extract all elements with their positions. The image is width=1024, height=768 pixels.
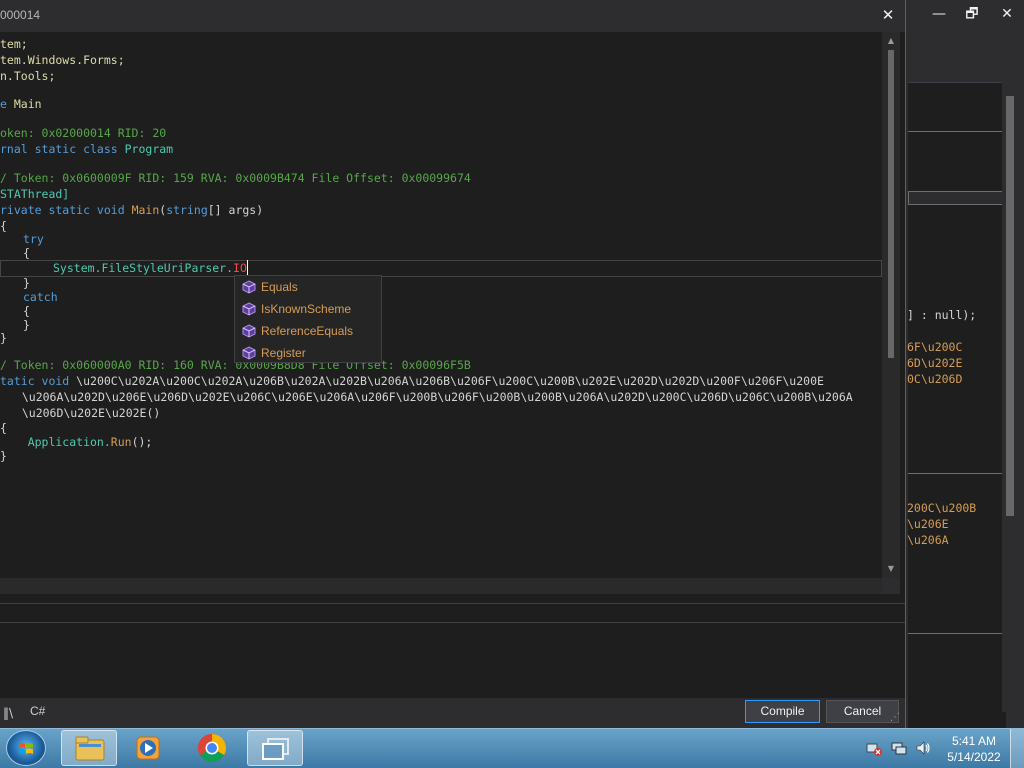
taskbar-chrome[interactable] — [184, 730, 240, 766]
editor-vertical-scrollbar[interactable]: ▲ ▼ — [882, 32, 900, 578]
bg-code-fragment: ] : null); — [907, 308, 977, 322]
autocomplete-label: ReferenceEquals — [261, 324, 354, 338]
bg-code-fragment: 0C\u206D — [907, 372, 963, 386]
code-line: \u206D\u202E\u202E() — [8, 406, 161, 420]
background-scrollbar[interactable] — [1002, 82, 1018, 712]
bg-code-fragment: 6F\u200C — [907, 340, 963, 354]
divider — [908, 131, 1006, 132]
code-editor[interactable]: tem; tem.Windows.Forms; n.Tools; e Main … — [0, 32, 882, 578]
divider — [0, 603, 905, 604]
divider — [908, 633, 1006, 634]
scroll-thumb[interactable] — [888, 50, 894, 358]
background-panel — [908, 82, 1006, 728]
edit-code-dialog: 000014 ✕ tem; tem.Windows.Forms; n.Tools… — [0, 0, 905, 728]
autocomplete-label: Equals — [261, 280, 298, 294]
dialog-title: 000014 — [0, 8, 41, 22]
code-line: } — [0, 449, 7, 463]
compile-button[interactable]: Compile — [745, 700, 820, 723]
code-line: { — [0, 219, 7, 233]
close-icon[interactable]: ✕ — [876, 4, 900, 26]
code-line: rnal static class Program — [0, 142, 174, 156]
media-player-icon — [136, 736, 160, 760]
code-line: e Main — [0, 97, 42, 111]
restore-button[interactable]: 🗗 — [962, 4, 982, 24]
monitor-icon[interactable] — [891, 740, 907, 758]
autocomplete-popup: Equals IsKnownScheme ReferenceEquals Reg… — [234, 275, 382, 363]
code-line: n.Tools; — [0, 69, 56, 83]
code-line: System.FileStyleUriParser.IO — [53, 261, 247, 275]
code-line: STAThread] — [0, 187, 70, 201]
close-window-button[interactable]: ✕ — [997, 4, 1017, 24]
taskbar-explorer[interactable] — [61, 730, 117, 766]
library-icon[interactable]: ‖\ — [3, 706, 13, 720]
method-icon — [242, 302, 256, 316]
windows-logo-icon — [19, 743, 33, 754]
autocomplete-item[interactable]: Register — [235, 342, 381, 364]
divider — [908, 191, 1006, 205]
cancel-button[interactable]: Cancel — [826, 700, 899, 723]
code-line: tatic void \u200C\u202A\u200C\u202A\u206… — [0, 374, 824, 388]
scroll-down-icon[interactable]: ▼ — [886, 564, 896, 574]
editor-horizontal-scrollbar[interactable] — [0, 578, 900, 594]
code-line: rivate static void Main(string[] args) — [0, 203, 264, 217]
bg-code-fragment: \u206E — [907, 517, 949, 531]
text-caret — [247, 260, 248, 275]
dialog-titlebar: 000014 ✕ — [0, 0, 905, 32]
method-icon — [242, 324, 256, 338]
volume-icon[interactable] — [915, 740, 931, 758]
method-icon — [242, 280, 256, 294]
background-titlebar: — 🗗 ✕ — [906, 0, 1024, 30]
resize-grip-icon[interactable]: ⋰ — [890, 712, 902, 724]
clock-date: 5/14/2022 — [947, 750, 1001, 764]
bg-code-fragment: 200C\u200B — [907, 501, 977, 515]
autocomplete-label: IsKnownScheme — [261, 302, 352, 316]
code-line: oken: 0x02000014 RID: 20 — [0, 126, 167, 140]
code-line: Application.Run(); — [0, 435, 153, 449]
divider — [0, 622, 905, 623]
bg-code-fragment: \u206A — [907, 533, 949, 547]
clock-time: 5:41 AM — [951, 734, 997, 748]
folder-icon — [75, 736, 105, 761]
window-switch-icon — [262, 738, 289, 760]
taskbar-media-player[interactable] — [121, 730, 177, 766]
system-clock[interactable]: 5:41 AM 5/14/2022 — [940, 733, 1008, 765]
autocomplete-label: Register — [261, 346, 306, 360]
code-line: { — [23, 246, 30, 260]
network-error-icon[interactable] — [866, 740, 882, 758]
language-label: C# — [30, 704, 46, 718]
autocomplete-item[interactable]: ReferenceEquals — [235, 320, 381, 342]
scroll-up-icon[interactable]: ▲ — [886, 36, 896, 46]
error-list-panel — [0, 596, 905, 696]
autocomplete-item[interactable]: IsKnownScheme — [235, 298, 381, 320]
code-line: / Token: 0x0600009F RID: 159 RVA: 0x0009… — [0, 171, 471, 185]
code-line: tem.Windows.Forms; — [0, 53, 125, 67]
scrollbar-corner — [882, 578, 900, 594]
code-line: } — [23, 318, 30, 332]
bg-code-fragment: 6D\u202E — [907, 356, 963, 370]
taskbar-windows[interactable] — [247, 730, 303, 766]
minimize-button[interactable]: — — [929, 4, 949, 24]
divider — [908, 473, 1006, 474]
autocomplete-item[interactable]: Equals — [235, 276, 381, 298]
code-line: tem; — [0, 37, 28, 51]
code-line: \u206A\u202D\u206E\u206D\u202E\u206C\u20… — [8, 390, 853, 404]
code-line: } — [0, 331, 7, 345]
scroll-thumb[interactable] — [1006, 96, 1014, 516]
method-icon — [242, 346, 256, 360]
chrome-icon — [198, 734, 226, 762]
show-desktop-button[interactable] — [1010, 729, 1024, 768]
